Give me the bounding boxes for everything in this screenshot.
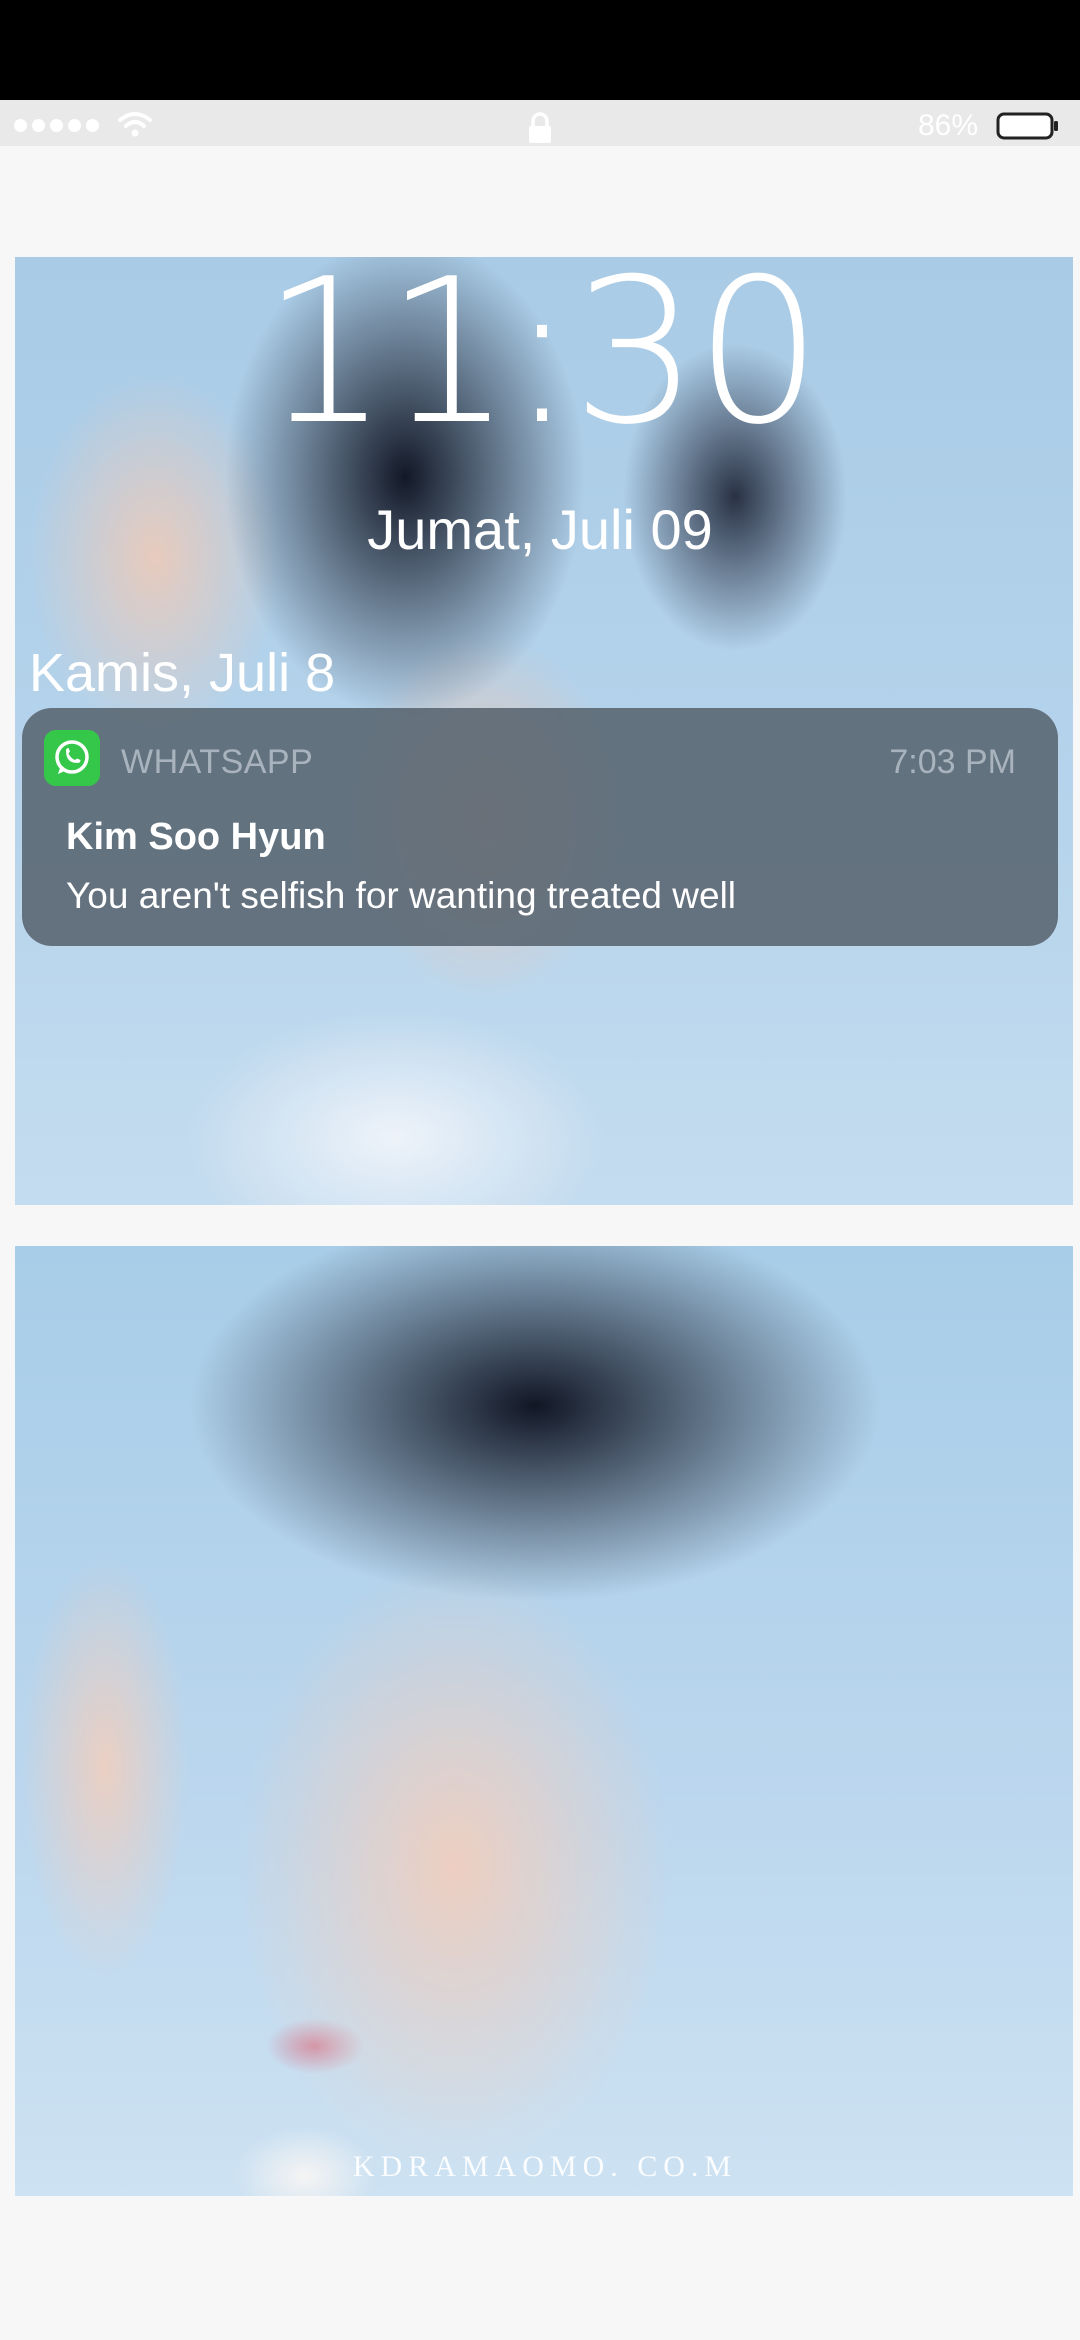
lock-icon — [529, 112, 551, 143]
notification-message: You aren't selfish for wanting treated w… — [66, 875, 737, 916]
whatsapp-icon — [44, 730, 100, 786]
signal-dots-icon — [14, 119, 99, 133]
wifi-icon — [118, 112, 152, 137]
wallpaper-watermark: KDRAMAOMO. CO.M — [352, 2150, 738, 2183]
notification-app-name: WHATSAPP — [121, 743, 314, 781]
battery-percent: 86% — [918, 109, 979, 142]
wallpaper-photo-bottom — [15, 1246, 1073, 2196]
notification-title: Kim Soo Hyun — [66, 816, 326, 858]
lock-screen-date: Jumat, Juli 09 — [367, 498, 713, 561]
notification-time: 7:03 PM — [889, 743, 1016, 781]
top-black-bar — [0, 0, 1080, 100]
battery-icon — [996, 112, 1058, 140]
lock-screen-clock: 11:30 — [261, 236, 822, 469]
notification-group-date: Kamis, Juli 8 — [29, 643, 336, 703]
